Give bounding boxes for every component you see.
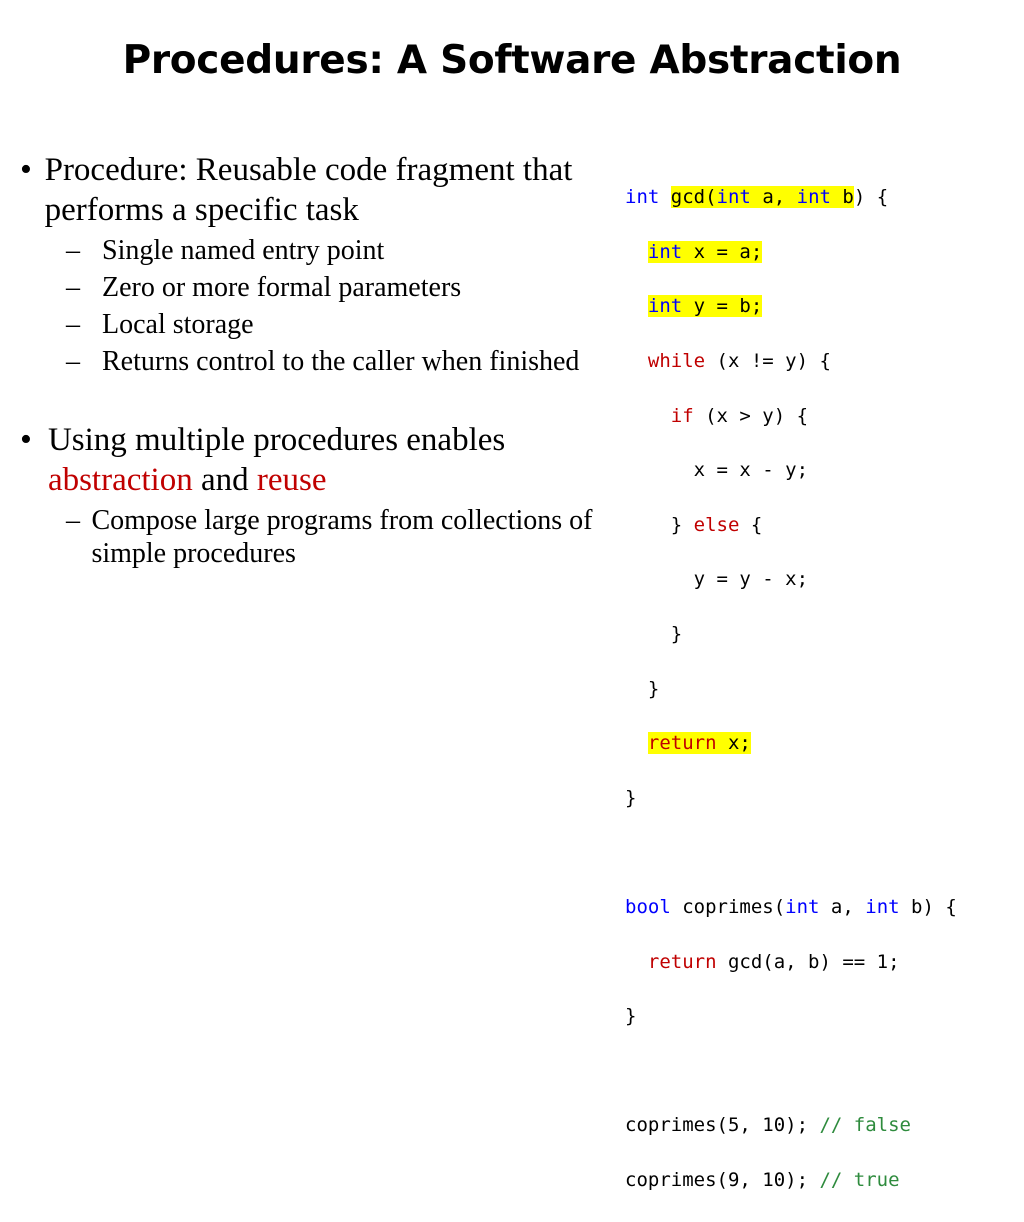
code-highlight: int x = a; bbox=[647, 240, 763, 263]
code-text: y = b; bbox=[682, 295, 763, 318]
emphasis-abstraction: abstraction bbox=[47, 462, 193, 498]
code-text: x = a; bbox=[682, 240, 763, 263]
code-text: gcd( bbox=[670, 186, 717, 209]
bullet-marker: • bbox=[20, 421, 32, 458]
dash-marker: – bbox=[66, 346, 80, 377]
code-line-int-y: int y = b; bbox=[625, 293, 957, 320]
code-text: (x > y) { bbox=[693, 404, 809, 427]
slide-title: Procedures: A Software Abstraction bbox=[122, 38, 902, 83]
sub-bullet-text: Local storage bbox=[102, 309, 254, 340]
code-text: y = y - x; bbox=[693, 568, 809, 591]
code-line-int-x: int x = a; bbox=[625, 239, 957, 266]
code-highlight: gcd(int a, int b bbox=[670, 186, 854, 209]
code-text: coprimes(5, 10); bbox=[625, 1114, 820, 1137]
code-text: (x != y) { bbox=[705, 350, 831, 373]
code-line-x-sub: x = x - y; bbox=[625, 457, 957, 484]
code-keyword: int bbox=[785, 896, 820, 919]
code-highlight: return x; bbox=[647, 732, 751, 755]
code-keyword: int bbox=[625, 186, 660, 209]
code-highlight: int y = b; bbox=[647, 295, 763, 318]
dash-marker: – bbox=[66, 272, 80, 303]
dash-marker: – bbox=[66, 505, 80, 536]
code-control-keyword: return bbox=[647, 732, 717, 755]
emphasis-reuse: reuse bbox=[256, 462, 327, 498]
code-control-keyword: return bbox=[647, 950, 717, 973]
code-line-close-fn: } bbox=[625, 785, 957, 812]
bullet-text: Using multiple procedures enables abstra… bbox=[48, 420, 595, 500]
sub-bullet-text: Compose large programs from collections … bbox=[91, 505, 593, 569]
bullet-list: • Procedure: Reusable code fragment that… bbox=[20, 150, 595, 570]
code-text: } bbox=[670, 513, 694, 536]
code-line-coprimes-close: } bbox=[625, 1003, 957, 1030]
sub-bullet-text: Single named entry point bbox=[102, 235, 385, 266]
sub-bullet: – Returns control to the caller when fin… bbox=[66, 345, 595, 378]
code-keyword: int bbox=[647, 240, 683, 263]
code-text: } bbox=[670, 623, 683, 646]
code-block: int gcd(int a, int b) { int x = a; int y… bbox=[625, 157, 957, 1222]
code-comment: // false bbox=[819, 1114, 911, 1137]
sub-bullet: – Local storage bbox=[66, 308, 595, 341]
bullet-marker: • bbox=[20, 151, 32, 188]
code-text: { bbox=[739, 513, 763, 536]
bullet-multiple-procedures: • Using multiple procedures enables abst… bbox=[20, 420, 595, 500]
dash-marker: – bbox=[66, 235, 80, 266]
code-line-coprimes-signature: bool coprimes(int a, int b) { bbox=[625, 894, 957, 921]
code-text: b) { bbox=[899, 896, 957, 919]
code-keyword: int bbox=[716, 186, 751, 209]
code-text: b bbox=[830, 186, 854, 209]
code-text: gcd(a, b) == 1; bbox=[716, 950, 900, 973]
code-keyword: bool bbox=[625, 896, 671, 919]
code-control-keyword: if bbox=[670, 404, 694, 427]
code-text: coprimes(9, 10); bbox=[625, 1168, 820, 1191]
code-text: } bbox=[625, 786, 637, 809]
bullet-text-part: Using multiple procedures enables bbox=[47, 422, 506, 458]
code-text: a, bbox=[819, 896, 866, 919]
dash-marker: – bbox=[66, 309, 80, 340]
code-line-else: } else { bbox=[625, 512, 957, 539]
bullet-text-part: and bbox=[192, 462, 257, 498]
code-control-keyword: else bbox=[693, 513, 740, 536]
code-text: } bbox=[625, 1005, 637, 1028]
sub-bullet: – Zero or more formal parameters bbox=[66, 271, 595, 304]
code-keyword: int bbox=[865, 896, 900, 919]
sub-bullet-text: Zero or more formal parameters bbox=[102, 272, 462, 303]
code-text: } bbox=[647, 677, 660, 700]
code-control-keyword: while bbox=[647, 350, 706, 373]
code-line-close-while: } bbox=[625, 676, 957, 703]
code-keyword: int bbox=[796, 186, 831, 209]
code-text: coprimes( bbox=[670, 896, 786, 919]
code-keyword: int bbox=[647, 295, 683, 318]
sub-bullet-text: Returns control to the caller when finis… bbox=[102, 346, 580, 377]
sub-bullet: – Compose large programs from collection… bbox=[66, 504, 595, 570]
code-text: x = x - y; bbox=[693, 459, 809, 482]
code-text: a, bbox=[750, 186, 797, 209]
sub-bullet: – Single named entry point bbox=[66, 234, 595, 267]
code-line-if: if (x > y) { bbox=[625, 403, 957, 430]
code-line-gcd-signature: int gcd(int a, int b) { bbox=[625, 184, 957, 211]
code-line-call-1: coprimes(5, 10); // false bbox=[625, 1112, 957, 1139]
bullet-text: Procedure: Reusable code fragment that p… bbox=[44, 152, 573, 228]
code-text: ) { bbox=[853, 186, 889, 209]
code-line-y-sub: y = y - x; bbox=[625, 566, 957, 593]
code-line-while: while (x != y) { bbox=[625, 348, 957, 375]
code-line-call-2: coprimes(9, 10); // true bbox=[625, 1167, 957, 1194]
code-line-coprimes-return: return gcd(a, b) == 1; bbox=[625, 949, 957, 976]
code-line-close-if: } bbox=[625, 621, 957, 648]
code-text: x; bbox=[716, 732, 751, 755]
bullet-procedure: • Procedure: Reusable code fragment that… bbox=[20, 150, 595, 230]
code-comment: // true bbox=[819, 1168, 900, 1191]
code-line-return: return x; bbox=[625, 730, 957, 757]
